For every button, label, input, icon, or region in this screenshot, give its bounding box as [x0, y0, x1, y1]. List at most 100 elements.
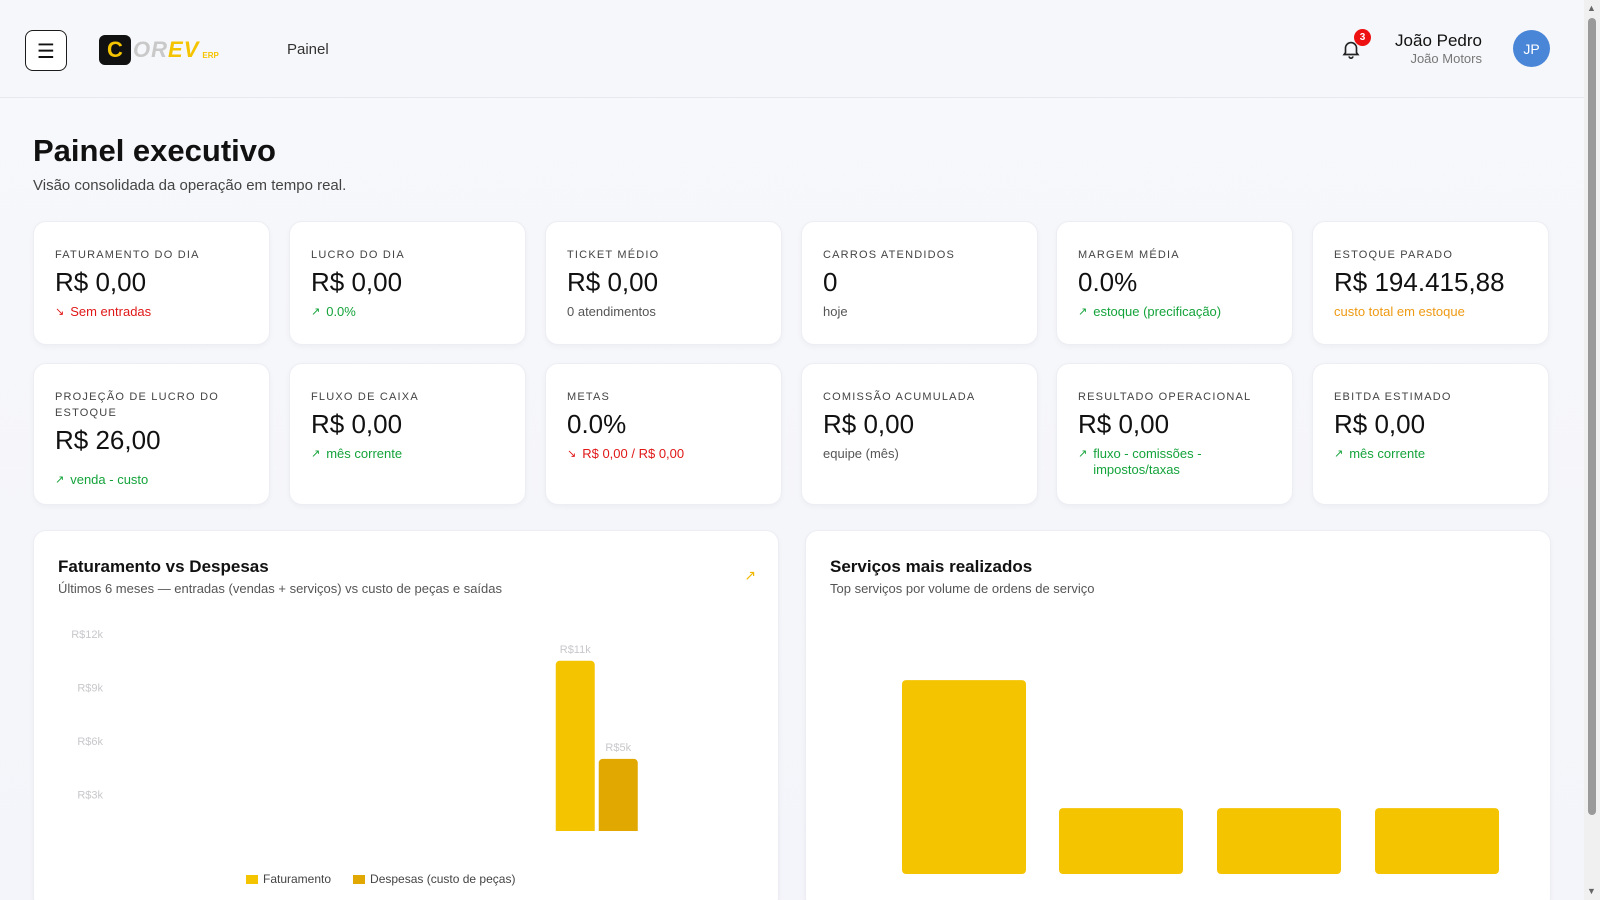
service-bar[interactable]: [1375, 808, 1499, 874]
data-label: R$11k: [560, 644, 591, 656]
kpi-value: R$ 0,00: [311, 409, 403, 439]
kpi-note-text: mês corrente: [326, 446, 403, 461]
user-company: João Motors: [1410, 51, 1482, 66]
legend-swatch: [353, 874, 366, 884]
kpi-note: ↗ fluxo - comissões - impostos/taxas: [1078, 446, 1274, 478]
notification-badge: 3: [1354, 29, 1371, 46]
trend-up-icon: ↗: [1078, 305, 1088, 318]
kpi-note: custo total em estoque: [1334, 304, 1530, 320]
kpi-label: COMISSÃO ACUMULADA: [823, 391, 976, 403]
kpi-note: ↗ estoque (precificação): [1078, 304, 1274, 320]
kpi-value: R$ 0,00: [1078, 409, 1170, 439]
logo-text: OREV: [133, 37, 200, 62]
nav-title[interactable]: Painel: [287, 41, 329, 58]
kpi-note-text: 0 atendimentos: [567, 304, 656, 319]
legend-item-expenses[interactable]: Despesas (custo de peças): [353, 872, 515, 886]
kpi-note-text: hoje: [823, 304, 848, 319]
revenue-chart-card: Faturamento vs Despesas Últimos 6 meses …: [33, 530, 779, 900]
logo-mark: C: [99, 35, 131, 65]
kpi-note: 0 atendimentos: [567, 304, 763, 320]
trend-up-icon: ↗: [1078, 447, 1088, 460]
services-chart-card: Serviços mais realizados Top serviços po…: [805, 530, 1551, 900]
scroll-thumb[interactable]: [1588, 18, 1596, 815]
kpi-value: R$ 194.415,88: [1334, 267, 1505, 297]
kpi-label: FLUXO DE CAIXA: [311, 391, 419, 403]
scrollbar[interactable]: ▲ ▼: [1584, 0, 1600, 900]
kpi-label: MARGEM MÉDIA: [1078, 249, 1180, 261]
y-tick-label: R$12k: [71, 629, 103, 641]
kpi-card: FATURAMENTO DO DIA R$ 0,00 ↘ Sem entradas: [33, 221, 270, 345]
y-tick-label: R$9k: [77, 683, 103, 695]
kpi-label: TICKET MÉDIO: [567, 249, 660, 261]
trend-up-icon: ↗: [1334, 447, 1344, 460]
bar-revenue[interactable]: [555, 660, 595, 831]
menu-button[interactable]: ☰: [25, 30, 67, 71]
kpi-value: 0.0%: [567, 409, 627, 439]
kpi-card: PROJEÇÃO DE LUCRO DO ESTOQUE R$ 26,00 ↗ ven…: [33, 363, 270, 505]
trend-up-icon: ↗: [55, 473, 65, 486]
kpi-label: EBITDA ESTIMADO: [1334, 391, 1452, 403]
hamburger-icon: ☰: [37, 38, 55, 63]
top-bar: ☰ C OREV ERP Painel 3 João Pedro João Mo…: [0, 0, 1584, 98]
kpi-label: PROJEÇÃO DE LUCRO DO ESTOQUE: [55, 391, 219, 419]
kpi-value: R$ 0,00: [823, 409, 915, 439]
legend-item-revenue[interactable]: Faturamento: [246, 872, 331, 886]
logo-sub: ERP: [202, 50, 219, 60]
kpi-note-text: R$ 0,00 / R$ 0,00: [582, 446, 685, 461]
kpi-value: R$ 26,00: [55, 425, 161, 455]
revenue-chart: R$0kR$3kR$6kR$9kR$12kmarabrmaijunjulR$11…: [71, 629, 638, 831]
service-bar[interactable]: [1059, 808, 1183, 874]
trend-up-icon: ↗: [311, 447, 321, 460]
kpi-note: ↘ R$ 0,00 / R$ 0,00: [567, 446, 763, 462]
kpi-note-text: fluxo - comissões - impostos/taxas: [1093, 446, 1202, 477]
kpi-note-text: equipe (mês): [823, 446, 899, 461]
y-tick-label: R$3k: [77, 790, 103, 802]
legend-label: Despesas (custo de peças): [370, 872, 516, 886]
scroll-down-icon[interactable]: ▼: [1587, 886, 1596, 896]
kpi-note: ↗ venda - custo: [55, 472, 251, 488]
scroll-up-icon[interactable]: ▲: [1587, 3, 1596, 13]
data-label: R$5k: [605, 742, 631, 754]
trend-down-icon: ↘: [567, 447, 577, 460]
kpi-label: RESULTADO OPERACIONAL: [1078, 391, 1252, 403]
kpi-value: 0.0%: [1078, 267, 1138, 297]
kpi-card: RESULTADO OPERACIONAL R$ 0,00 ↗ fluxo - com…: [1056, 363, 1293, 505]
kpi-card: METAS 0.0% ↘ R$ 0,00 / R$ 0,00: [545, 363, 782, 505]
kpi-card: FLUXO DE CAIXA R$ 0,00 ↗ mês corrente: [289, 363, 526, 505]
trend-up-icon: ↗: [311, 305, 321, 318]
kpi-value: R$ 0,00: [567, 267, 659, 297]
kpi-label: LUCRO DO DIA: [311, 249, 405, 261]
kpi-card: LUCRO DO DIA R$ 0,00 ↗ 0.0%: [289, 221, 526, 345]
kpi-note: ↗ mês corrente: [1334, 446, 1530, 462]
service-bar[interactable]: [902, 680, 1026, 874]
kpi-note-text: estoque (precificação): [1093, 304, 1222, 319]
kpi-note: ↗ mês corrente: [311, 446, 507, 462]
service-bar[interactable]: [1217, 808, 1341, 874]
page-subtitle: Visão consolidada da operação em tempo r…: [33, 177, 347, 194]
kpi-note: equipe (mês): [823, 446, 1019, 462]
kpi-label: METAS: [567, 391, 611, 403]
legend-swatch: [246, 874, 258, 884]
avatar[interactable]: JP: [1513, 30, 1550, 67]
kpi-card: EBITDA ESTIMADO R$ 0,00 ↗ mês corrente: [1312, 363, 1549, 505]
kpi-value: R$ 0,00: [311, 267, 403, 297]
kpi-note: ↘ Sem entradas: [55, 304, 251, 320]
kpi-label: CARROS ATENDIDOS: [823, 249, 956, 261]
kpi-card: CARROS ATENDIDOS 0 hoje: [801, 221, 1038, 345]
y-tick-label: R$6k: [77, 736, 103, 748]
kpi-value: R$ 0,00: [55, 267, 147, 297]
kpi-card: TICKET MÉDIO R$ 0,00 0 atendimentos: [545, 221, 782, 345]
kpi-value: 0: [823, 267, 838, 297]
kpi-note: ↗ 0.0%: [311, 304, 507, 320]
kpi-label: FATURAMENTO DO DIA: [55, 249, 200, 261]
chart-legend: Faturamento Despesas (custo de peças): [246, 872, 515, 886]
bar-expenses[interactable]: [598, 758, 638, 831]
kpi-note-text: 0.0%: [326, 304, 356, 319]
kpi-card: MARGEM MÉDIA 0.0% ↗ estoque (precificação): [1056, 221, 1293, 345]
legend-label: Faturamento: [263, 872, 332, 886]
logo[interactable]: C OREV ERP: [99, 35, 219, 65]
kpi-card: ESTOQUE PARADO R$ 194.415,88 custo total e…: [1312, 221, 1549, 345]
kpi-note-text: Sem entradas: [70, 304, 152, 319]
kpi-note-text: mês corrente: [1349, 446, 1426, 461]
kpi-note-text: custo total em estoque: [1334, 304, 1465, 319]
